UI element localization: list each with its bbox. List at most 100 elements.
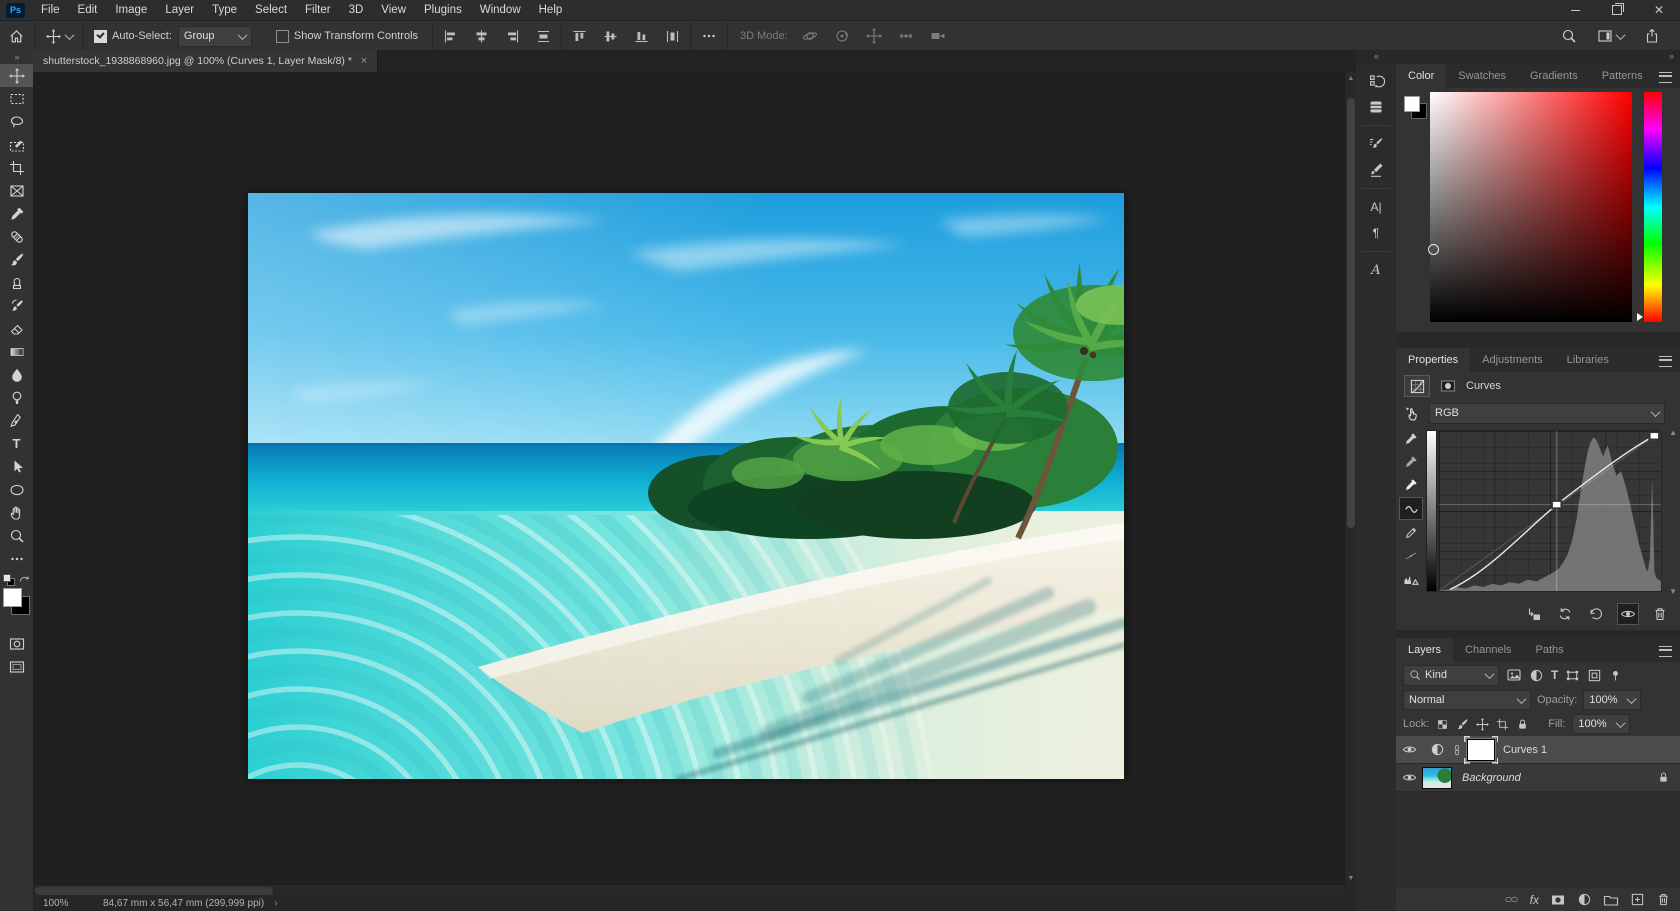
- layer-name[interactable]: Curves 1: [1503, 744, 1547, 756]
- current-tool-button[interactable]: [38, 22, 81, 51]
- gray-point-sampler-button[interactable]: [1400, 451, 1422, 472]
- history-panel-button[interactable]: [1356, 68, 1396, 94]
- delete-adjustment-button[interactable]: [1650, 604, 1670, 624]
- glyphs-panel-button[interactable]: A: [1356, 257, 1396, 283]
- tool-eraser[interactable]: [0, 317, 33, 340]
- brushes-panel-button[interactable]: [1356, 157, 1396, 183]
- tool-lasso[interactable]: [0, 110, 33, 133]
- document-tab[interactable]: shutterstock_1938868960.jpg @ 100% (Curv…: [33, 50, 378, 72]
- share-button[interactable]: [1636, 22, 1668, 51]
- screen-mode-button[interactable]: [0, 655, 33, 678]
- align-top-button[interactable]: [564, 22, 595, 51]
- pan-3d-button[interactable]: [858, 22, 890, 51]
- menu-type[interactable]: Type: [203, 0, 246, 20]
- tool-move[interactable]: [0, 64, 33, 87]
- expand-tools-chevron[interactable]: »: [0, 50, 33, 64]
- actions-panel-button[interactable]: [1356, 94, 1396, 120]
- close-tab-icon[interactable]: ×: [361, 55, 367, 67]
- menu-help[interactable]: Help: [530, 0, 572, 20]
- lock-all-button[interactable]: [1516, 718, 1529, 731]
- search-button[interactable]: [1553, 22, 1585, 51]
- vertical-scroll-thumb[interactable]: [1347, 98, 1355, 528]
- tab-adjustments[interactable]: Adjustments: [1470, 348, 1555, 372]
- filter-smart-objects-button[interactable]: [1587, 668, 1602, 683]
- roll-3d-button[interactable]: [826, 22, 858, 51]
- edit-points-button[interactable]: [1399, 497, 1423, 520]
- more-align-options-button[interactable]: [693, 22, 725, 51]
- opacity-field[interactable]: 100%: [1583, 690, 1641, 710]
- tool-crop[interactable]: [0, 156, 33, 179]
- tool-zoom[interactable]: [0, 524, 33, 547]
- tab-libraries[interactable]: Libraries: [1555, 348, 1621, 372]
- show-transform-checkbox[interactable]: [276, 30, 289, 43]
- tool-marquee[interactable]: [0, 87, 33, 110]
- layer-row-background[interactable]: Background: [1396, 764, 1680, 792]
- panel-menu-icon[interactable]: [1659, 356, 1672, 367]
- tool-pen[interactable]: [0, 409, 33, 432]
- fill-field[interactable]: 100%: [1572, 714, 1630, 734]
- black-point-sampler-button[interactable]: [1400, 428, 1422, 449]
- lock-transparency-button[interactable]: [1436, 718, 1449, 731]
- scroll-down-icon[interactable]: ▼: [1669, 587, 1677, 596]
- align-left-button[interactable]: [435, 22, 466, 51]
- white-point-sampler-button[interactable]: [1400, 474, 1422, 495]
- character-panel-button[interactable]: A|: [1356, 194, 1396, 220]
- layer-visibility-toggle[interactable]: [1396, 770, 1422, 785]
- layer-mask-thumbnail[interactable]: [1467, 739, 1495, 761]
- layer-name[interactable]: Background: [1462, 772, 1521, 784]
- foreground-color-swatch[interactable]: [3, 588, 22, 607]
- tool-path-selection[interactable]: [0, 455, 33, 478]
- zoom-level-field[interactable]: 100%: [43, 898, 89, 909]
- camera-3d-button[interactable]: [922, 22, 954, 51]
- view-previous-state-button[interactable]: [1555, 604, 1575, 624]
- align-right-button[interactable]: [497, 22, 528, 51]
- curves-adjustment-button[interactable]: [1404, 375, 1430, 397]
- draw-curve-button[interactable]: [1400, 522, 1422, 543]
- tool-clone-stamp[interactable]: [0, 271, 33, 294]
- targeted-adjustment-icon[interactable]: [1404, 405, 1421, 422]
- tool-hand[interactable]: [0, 501, 33, 524]
- blend-mode-dropdown[interactable]: Normal: [1403, 690, 1531, 710]
- filter-type-layers-button[interactable]: T: [1551, 668, 1558, 682]
- menu-window[interactable]: Window: [471, 0, 530, 20]
- auto-select-checkbox[interactable]: [94, 30, 107, 43]
- new-group-button[interactable]: [1603, 892, 1619, 908]
- tool-type[interactable]: T: [0, 432, 33, 455]
- smooth-curve-button[interactable]: [1400, 545, 1422, 566]
- tool-dodge[interactable]: [0, 386, 33, 409]
- layer-thumbnail[interactable]: [1422, 767, 1452, 789]
- expand-panels-chevron[interactable]: »: [1669, 51, 1674, 61]
- saturation-brightness-box[interactable]: [1430, 92, 1632, 322]
- tab-layers[interactable]: Layers: [1396, 638, 1453, 662]
- close-button[interactable]: ✕: [1638, 0, 1680, 20]
- tab-paths[interactable]: Paths: [1524, 638, 1576, 662]
- edit-toolbar-button[interactable]: [0, 547, 33, 570]
- layer-row-curves[interactable]: Curves 1: [1396, 736, 1680, 764]
- new-adjustment-layer-button[interactable]: [1577, 892, 1592, 907]
- menu-image[interactable]: Image: [106, 0, 156, 20]
- distribute-v-button[interactable]: [657, 22, 688, 51]
- filter-adjustment-layers-button[interactable]: [1529, 668, 1544, 683]
- tool-healing-brush[interactable]: [0, 225, 33, 248]
- menu-view[interactable]: View: [372, 0, 415, 20]
- paragraph-panel-button[interactable]: ¶: [1356, 220, 1396, 246]
- menu-layer[interactable]: Layer: [156, 0, 203, 20]
- mask-link-icon[interactable]: [1451, 743, 1463, 757]
- lock-position-button[interactable]: [1476, 718, 1489, 731]
- quick-mask-button[interactable]: [0, 632, 33, 655]
- clip-to-layer-button[interactable]: [1524, 604, 1544, 624]
- tab-properties[interactable]: Properties: [1396, 348, 1470, 372]
- align-bottom-button[interactable]: [626, 22, 657, 51]
- filter-shape-layers-button[interactable]: [1565, 668, 1580, 683]
- canvas-area[interactable]: [33, 72, 1344, 884]
- reset-adjustment-button[interactable]: [1586, 604, 1606, 624]
- curve-grid[interactable]: [1438, 430, 1662, 592]
- tab-gradients[interactable]: Gradients: [1518, 64, 1590, 88]
- tool-eyedropper[interactable]: [0, 202, 33, 225]
- horizontal-scroll-thumb[interactable]: [35, 887, 273, 895]
- link-layers-button[interactable]: [1504, 892, 1519, 907]
- minimize-button[interactable]: [1554, 0, 1596, 20]
- layer-locked-icon[interactable]: [1657, 771, 1670, 784]
- new-layer-button[interactable]: [1630, 892, 1645, 907]
- menu-filter[interactable]: Filter: [296, 0, 340, 20]
